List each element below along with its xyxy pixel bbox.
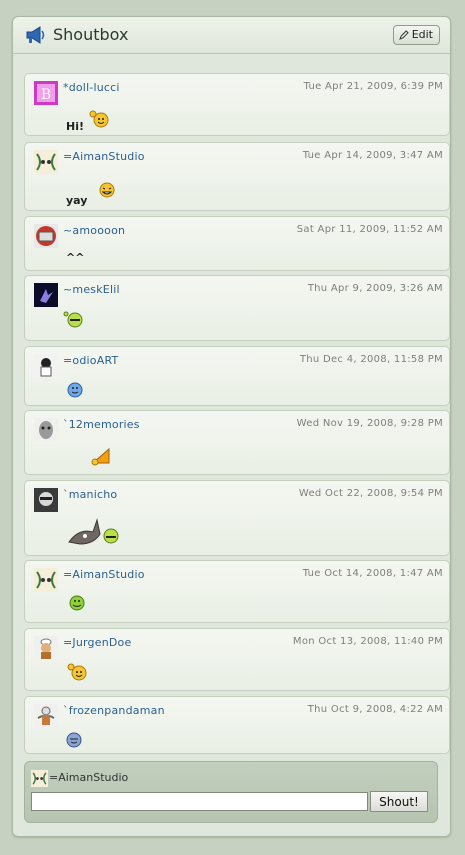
shoutbox-header: Shoutbox Edit [13,17,450,54]
shoutbox-panel: Shoutbox Edit B *doll-lucci Tue Apr 21, … [12,16,451,837]
avatar[interactable] [34,150,58,174]
shout-date: Thu Oct 9, 2008, 4:22 AM [307,704,443,715]
shout-date: Sat Apr 11, 2009, 11:52 AM [296,224,443,235]
author-link[interactable]: =JurgenDoe [63,636,131,649]
shout-message: yay [66,194,88,207]
avatar[interactable] [34,704,58,728]
author-link[interactable]: ~amoooon [63,224,125,237]
author-link[interactable]: =AimanStudio [63,568,145,581]
avatar[interactable] [34,418,58,442]
avatar [31,770,48,787]
avatar[interactable] [34,283,58,307]
megaphone-icon [26,26,45,44]
author-link[interactable]: `manicho [63,488,117,501]
shout-message: ^^ [66,251,85,264]
grinning-smiley-icon [63,311,83,328]
edit-label: Edit [411,28,433,41]
shout-date: Wed Nov 19, 2008, 9:28 PM [296,418,443,429]
author-link[interactable]: `frozenpandaman [63,704,165,717]
avatar[interactable] [34,354,58,378]
green-smiley-icon [69,595,85,611]
author-link[interactable]: *doll-lucci [63,81,120,94]
shout-date: Wed Oct 22, 2008, 9:54 PM [298,488,443,499]
shout-item: B *doll-lucci Tue Apr 21, 2009, 6:39 PM … [24,73,450,136]
shout-item: ~amoooon Sat Apr 11, 2009, 11:52 AM ^^ [24,216,450,271]
shout-input[interactable] [31,792,368,811]
avatar[interactable] [34,568,58,592]
shout-item: `frozenpandaman Thu Oct 9, 2008, 4:22 AM [24,696,450,754]
compose-box: =AimanStudio Shout! [24,761,438,823]
author-link[interactable]: `12memories [63,418,140,431]
author-link[interactable]: ~meskElil [63,283,120,296]
page-title: Shoutbox [53,25,129,44]
shout-item: =AimanStudio Tue Oct 14, 2008, 1:47 AM [24,560,450,623]
horn-emoticon-icon [91,447,110,466]
avatar[interactable] [34,636,58,660]
shout-date: Thu Dec 4, 2008, 11:58 PM [299,354,443,365]
shout-item: =odioART Thu Dec 4, 2008, 11:58 PM [24,346,450,406]
author-link[interactable]: =AimanStudio [63,150,145,163]
shout-date: Tue Apr 14, 2009, 3:47 AM [302,150,443,161]
waving-smiley-icon [89,110,109,128]
avatar[interactable] [34,488,58,512]
shout-item: =JurgenDoe Mon Oct 13, 2008, 11:40 PM [24,628,450,691]
blue-smiley-icon [67,382,83,398]
svg-text:B: B [41,87,51,103]
blue-smiley-icon [66,732,82,748]
donkey-and-grin-emoticon-icon [68,518,119,545]
pencil-icon [398,30,409,40]
shout-message: Hi! [66,120,84,133]
shout-date: Thu Apr 9, 2009, 3:26 AM [307,283,443,294]
avatar[interactable]: B [34,81,58,105]
avatar[interactable] [34,224,58,248]
edit-button[interactable]: Edit [392,25,440,45]
shout-item: `manicho Wed Oct 22, 2008, 9:54 PM [24,480,450,556]
waving-smiley-icon [67,663,87,681]
shout-item: =AimanStudio Tue Apr 14, 2009, 3:47 AM y… [24,142,450,211]
compose-username: =AimanStudio [49,771,129,784]
laughing-smiley-icon [99,182,115,198]
shout-item: ~meskElil Thu Apr 9, 2009, 3:26 AM [24,275,450,341]
author-link[interactable]: =odioART [63,354,118,367]
shout-date: Mon Oct 13, 2008, 11:40 PM [292,636,443,647]
shout-button[interactable]: Shout! [370,791,428,812]
shout-date: Tue Oct 14, 2008, 1:47 AM [302,568,443,579]
shout-item: `12memories Wed Nov 19, 2008, 9:28 PM [24,410,450,475]
shout-date: Tue Apr 21, 2009, 6:39 PM [303,81,443,92]
